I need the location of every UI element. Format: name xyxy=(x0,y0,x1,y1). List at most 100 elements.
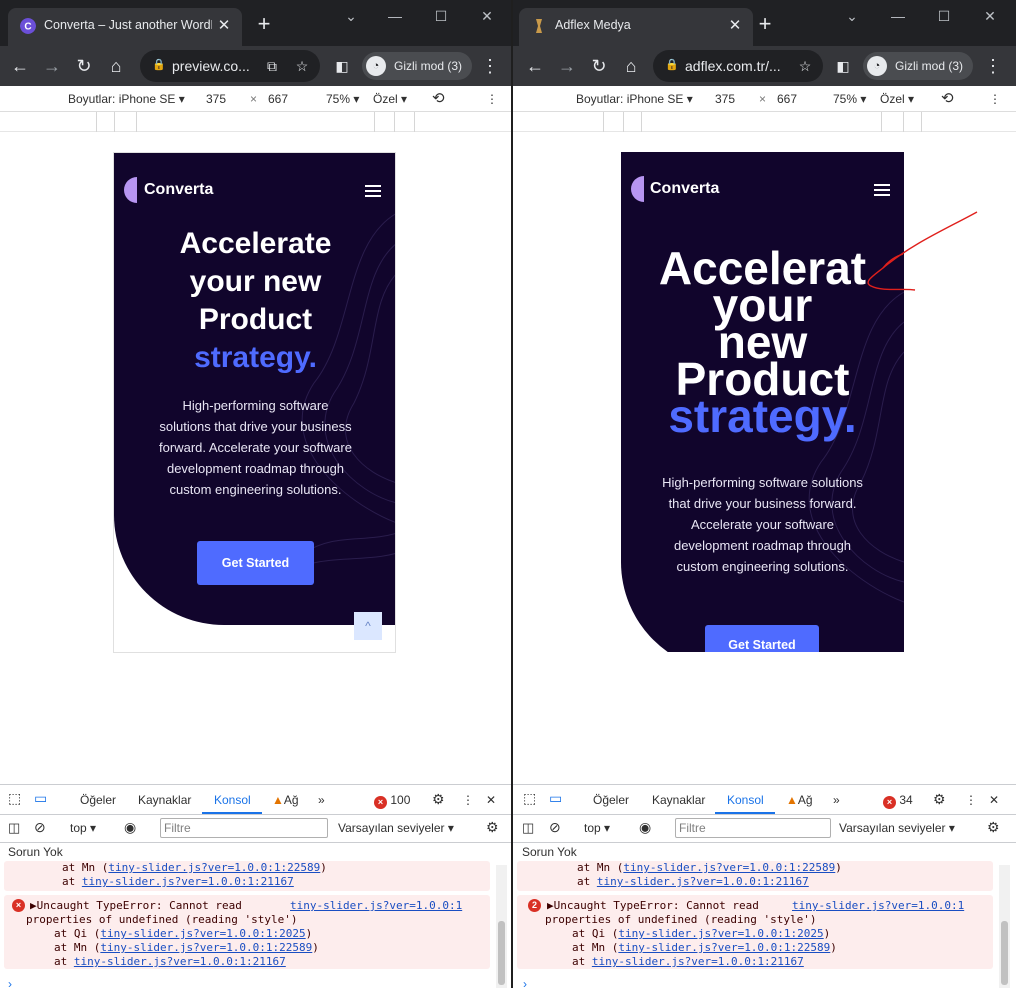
get-started-button[interactable]: Get Started xyxy=(197,541,314,585)
clear-console-icon[interactable]: ⊘ xyxy=(34,819,46,836)
device-toggle-icon[interactable]: ▭ xyxy=(34,790,47,807)
context-select[interactable]: top ▾ xyxy=(70,821,96,835)
new-tab-icon[interactable]: + xyxy=(753,12,777,36)
error-title[interactable]: ▶Uncaught TypeError: Cannot read xyxy=(547,899,759,912)
minimize-icon[interactable]: — xyxy=(380,4,410,28)
console-scrollbar[interactable] xyxy=(496,865,507,988)
error-source-link[interactable]: tiny-slider.js?ver=1.0.0:1 xyxy=(792,899,964,912)
address-bar[interactable]: 🔒 adflex.com.tr/... ☆ xyxy=(653,50,823,82)
back-icon[interactable]: ← xyxy=(8,54,32,78)
console-filter-input[interactable]: Filtre xyxy=(160,818,328,838)
inspect-element-icon[interactable]: ⬚ xyxy=(523,790,536,807)
device-height[interactable]: 667 xyxy=(777,92,797,106)
side-panel-icon[interactable]: ◧ xyxy=(330,54,354,78)
rotate-icon[interactable]: ⟲ xyxy=(432,89,445,107)
more-menu-icon[interactable]: ⋮ xyxy=(981,54,1005,78)
more-tabs-icon[interactable]: » xyxy=(318,793,325,807)
back-icon[interactable]: ← xyxy=(523,54,547,78)
tab-search-icon[interactable]: ⌄ xyxy=(837,4,867,28)
hamburger-menu-icon[interactable] xyxy=(874,184,890,196)
home-icon[interactable]: ⌂ xyxy=(104,54,128,78)
source-link[interactable]: tiny-slider.js?ver=1.0.0:1:21167 xyxy=(82,875,294,888)
throttle-select[interactable]: Özel ▾ xyxy=(880,92,914,106)
translate-icon[interactable]: ⧉ xyxy=(262,56,282,76)
forward-icon[interactable]: → xyxy=(555,54,579,78)
home-icon[interactable]: ⌂ xyxy=(619,54,643,78)
tab-search-icon[interactable]: ⌄ xyxy=(336,4,366,28)
log-levels-select[interactable]: Varsayılan seviyeler ▾ xyxy=(839,821,955,835)
console-prompt-icon[interactable]: › xyxy=(523,977,527,988)
console-filter-input[interactable]: Filtre xyxy=(675,818,831,838)
source-link[interactable]: tiny-slider.js?ver=1.0.0:1:22589 xyxy=(623,861,835,874)
console-scrollbar[interactable] xyxy=(999,865,1010,988)
source-link[interactable]: tiny-slider.js?ver=1.0.0:1:22589 xyxy=(100,941,312,954)
error-source-link[interactable]: tiny-slider.js?ver=1.0.0:1 xyxy=(290,899,462,912)
browser-tab[interactable]: Adflex Medya ✕ xyxy=(519,8,753,46)
inspect-element-icon[interactable]: ⬚ xyxy=(8,790,21,807)
get-started-button[interactable]: Get Started xyxy=(705,625,819,652)
devtools-more-icon[interactable]: ⋮ xyxy=(462,793,474,807)
zoom-select[interactable]: 75% ▾ xyxy=(833,92,866,106)
forward-icon[interactable]: → xyxy=(40,54,64,78)
context-select[interactable]: top ▾ xyxy=(584,821,610,835)
source-link[interactable]: tiny-slider.js?ver=1.0.0:1:22589 xyxy=(108,861,320,874)
maximize-icon[interactable]: ☐ xyxy=(929,4,959,28)
source-link[interactable]: tiny-slider.js?ver=1.0.0:1:21167 xyxy=(597,875,809,888)
sidebar-toggle-icon[interactable]: ◫ xyxy=(8,820,20,836)
source-link[interactable]: tiny-slider.js?ver=1.0.0:1:2025 xyxy=(100,927,305,940)
more-tabs-icon[interactable]: » xyxy=(833,793,840,807)
devtools-more-icon[interactable]: ⋮ xyxy=(965,793,977,807)
source-link[interactable]: tiny-slider.js?ver=1.0.0:1:21167 xyxy=(592,955,804,968)
error-title[interactable]: ▶Uncaught TypeError: Cannot read xyxy=(30,899,242,912)
error-counter[interactable]: × 34 xyxy=(883,793,913,809)
hamburger-menu-icon[interactable] xyxy=(365,185,381,197)
tab-console[interactable]: Konsol xyxy=(214,793,251,807)
sidebar-toggle-icon[interactable]: ◫ xyxy=(522,820,534,836)
console-settings-icon[interactable]: ⚙ xyxy=(486,819,499,836)
tab-elements[interactable]: Öğeler xyxy=(80,793,116,807)
source-link[interactable]: tiny-slider.js?ver=1.0.0:1:2025 xyxy=(618,927,823,940)
live-expression-eye-icon[interactable]: ◉ xyxy=(124,819,136,836)
browser-tab[interactable]: C Converta – Just another WordPress site… xyxy=(8,8,242,46)
device-width[interactable]: 375 xyxy=(715,92,735,106)
console-settings-icon[interactable]: ⚙ xyxy=(987,819,1000,836)
close-window-icon[interactable]: ✕ xyxy=(975,4,1005,28)
minimize-icon[interactable]: — xyxy=(883,4,913,28)
device-select[interactable]: Boyutlar: iPhone SE ▾ xyxy=(576,92,693,106)
log-levels-select[interactable]: Varsayılan seviyeler ▾ xyxy=(338,821,454,835)
tab-network[interactable]: ▲Ağ xyxy=(786,793,813,807)
device-more-icon[interactable]: ⋮ xyxy=(486,92,498,106)
incognito-indicator[interactable]: ◔ Gizli mod (3) xyxy=(863,52,974,80)
incognito-indicator[interactable]: ◔ Gizli mod (3) xyxy=(362,52,473,80)
bookmark-star-icon[interactable]: ☆ xyxy=(292,56,312,76)
settings-gear-icon[interactable]: ⚙ xyxy=(432,791,445,808)
source-link[interactable]: tiny-slider.js?ver=1.0.0:1:22589 xyxy=(618,941,830,954)
close-tab-icon[interactable]: ✕ xyxy=(214,16,234,36)
close-window-icon[interactable]: ✕ xyxy=(472,4,502,28)
close-tab-icon[interactable]: ✕ xyxy=(725,16,745,36)
scroll-to-top-button[interactable]: ^ xyxy=(354,612,382,640)
tab-elements[interactable]: Öğeler xyxy=(593,793,629,807)
side-panel-icon[interactable]: ◧ xyxy=(831,54,855,78)
device-more-icon[interactable]: ⋮ xyxy=(989,92,1001,106)
more-menu-icon[interactable]: ⋮ xyxy=(478,54,502,78)
throttle-select[interactable]: Özel ▾ xyxy=(373,92,407,106)
error-counter[interactable]: × 100 xyxy=(374,793,410,809)
device-height[interactable]: 667 xyxy=(268,92,288,106)
tab-sources[interactable]: Kaynaklar xyxy=(138,793,191,807)
source-link[interactable]: tiny-slider.js?ver=1.0.0:1:21167 xyxy=(74,955,286,968)
console-prompt-icon[interactable]: › xyxy=(8,977,12,988)
rotate-icon[interactable]: ⟲ xyxy=(941,89,954,107)
settings-gear-icon[interactable]: ⚙ xyxy=(933,791,946,808)
close-devtools-icon[interactable]: ✕ xyxy=(486,793,496,807)
close-devtools-icon[interactable]: ✕ xyxy=(989,793,999,807)
clear-console-icon[interactable]: ⊘ xyxy=(549,819,561,836)
tab-sources[interactable]: Kaynaklar xyxy=(652,793,705,807)
device-select[interactable]: Boyutlar: iPhone SE ▾ xyxy=(68,92,185,106)
device-width[interactable]: 375 xyxy=(206,92,226,106)
live-expression-eye-icon[interactable]: ◉ xyxy=(639,819,651,836)
maximize-icon[interactable]: ☐ xyxy=(426,4,456,28)
new-tab-icon[interactable]: + xyxy=(252,12,276,36)
reload-icon[interactable]: ↻ xyxy=(72,54,96,78)
device-toggle-icon[interactable]: ▭ xyxy=(549,790,562,807)
